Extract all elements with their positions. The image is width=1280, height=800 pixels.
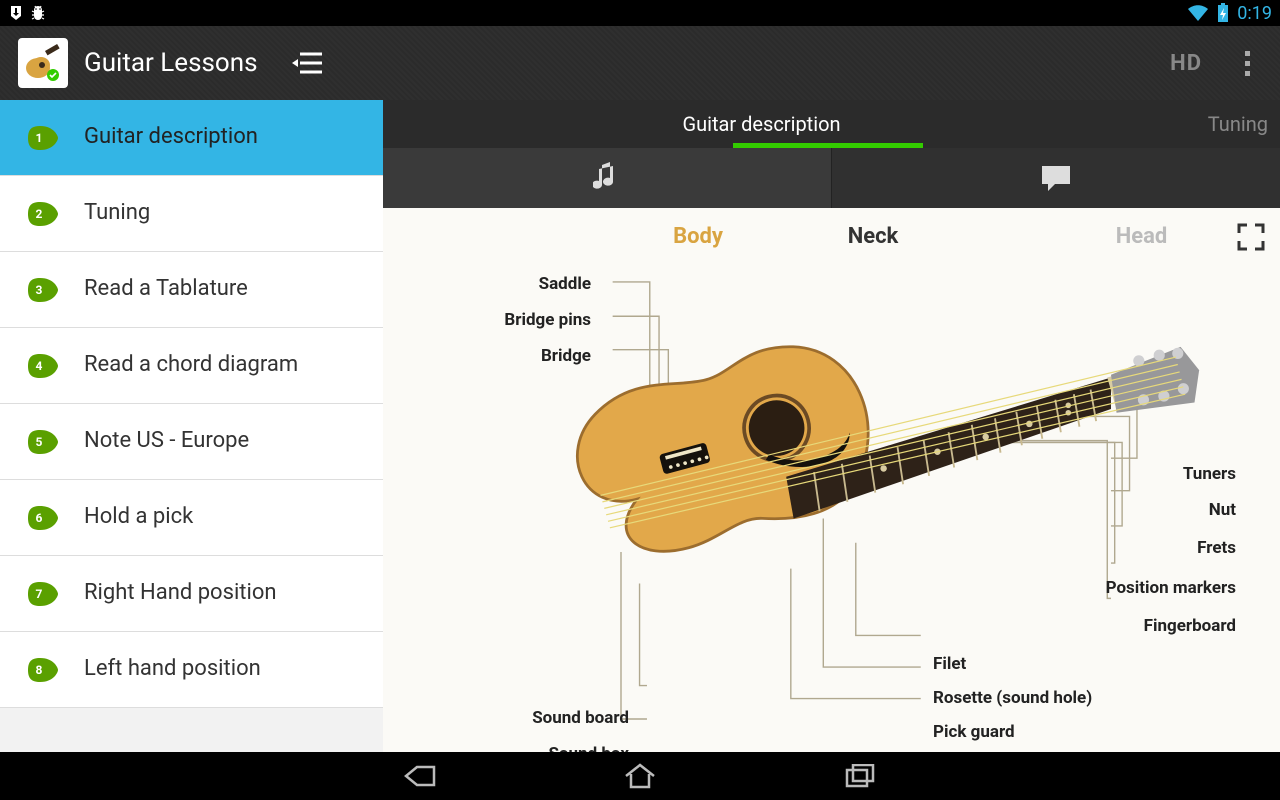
part-label-position-markers: Position markers bbox=[1106, 578, 1236, 598]
part-label-fingerboard: Fingerboard bbox=[1144, 616, 1236, 636]
part-label-frets: Frets bbox=[1197, 538, 1236, 558]
android-debug-icon bbox=[30, 5, 46, 21]
guitar-diagram: Body Neck Head bbox=[383, 208, 1280, 752]
sidebar-item-left-hand-position[interactable]: 8 Left hand position bbox=[0, 632, 383, 708]
nav-back-button[interactable] bbox=[400, 762, 440, 790]
nav-home-button[interactable] bbox=[620, 762, 660, 790]
tab-tuning[interactable]: Tuning bbox=[1140, 100, 1280, 148]
part-label-sound-box: Sound box bbox=[489, 744, 629, 752]
part-label-sound-board: Sound board bbox=[489, 708, 629, 728]
main-content: Guitar description Tuning Body Neck Head bbox=[383, 100, 1280, 752]
sidebar-item-label: Hold a pick bbox=[84, 489, 193, 546]
subtab-comments[interactable] bbox=[832, 148, 1280, 208]
sidebar-item-label: Left hand position bbox=[84, 641, 261, 698]
subtab-content[interactable] bbox=[383, 148, 832, 208]
lesson-sidebar: 1 Guitar description 2 Tuning 3 Read a T… bbox=[0, 100, 383, 752]
sidebar-item-label: Right Hand position bbox=[84, 565, 277, 622]
download-icon bbox=[8, 5, 24, 21]
status-clock: 0:19 bbox=[1237, 3, 1272, 24]
app-icon[interactable] bbox=[18, 38, 68, 88]
lesson-number-badge: 8 bbox=[26, 658, 58, 682]
app-title: Guitar Lessons bbox=[84, 48, 258, 78]
content-tab-strip: Guitar description Tuning bbox=[383, 100, 1280, 148]
lesson-number-badge: 1 bbox=[26, 126, 58, 150]
sidebar-item-label: Read a Tablature bbox=[84, 261, 248, 318]
sidebar-item-right-hand-position[interactable]: 7 Right Hand position bbox=[0, 556, 383, 632]
action-bar: Guitar Lessons HD bbox=[0, 26, 1280, 100]
lesson-number-badge: 5 bbox=[26, 430, 58, 454]
sidebar-item-read-chord-diagram[interactable]: 4 Read a chord diagram bbox=[0, 328, 383, 404]
nav-recents-button[interactable] bbox=[840, 762, 880, 790]
lesson-number-badge: 4 bbox=[26, 354, 58, 378]
part-label-nut: Nut bbox=[1209, 500, 1236, 520]
part-label-filet: Filet bbox=[933, 654, 966, 674]
part-label-pick-guard: Pick guard bbox=[933, 722, 1015, 742]
sidebar-item-label: Tuning bbox=[84, 185, 150, 242]
sidebar-item-tuning[interactable]: 2 Tuning bbox=[0, 176, 383, 252]
drawer-toggle-icon[interactable] bbox=[288, 43, 328, 83]
sidebar-item-read-tablature[interactable]: 3 Read a Tablature bbox=[0, 252, 383, 328]
diagram-section-body: Body bbox=[383, 224, 743, 249]
lesson-number-badge: 6 bbox=[26, 506, 58, 530]
android-status-bar: 0:19 bbox=[0, 0, 1280, 26]
lesson-number-badge: 3 bbox=[26, 278, 58, 302]
sidebar-item-guitar-description[interactable]: 1 Guitar description bbox=[0, 100, 383, 176]
lesson-number-badge: 7 bbox=[26, 582, 58, 606]
part-label-rosette: Rosette (sound hole) bbox=[933, 688, 1092, 708]
sidebar-item-hold-a-pick[interactable]: 6 Hold a pick bbox=[0, 480, 383, 556]
android-nav-bar bbox=[0, 752, 1280, 800]
music-note-icon bbox=[593, 162, 621, 194]
lesson-number-badge: 2 bbox=[26, 202, 58, 226]
sidebar-item-label: Note US - Europe bbox=[84, 413, 249, 470]
expand-button[interactable] bbox=[1236, 222, 1266, 252]
part-label-tuners: Tuners bbox=[1183, 464, 1236, 484]
wifi-icon bbox=[1187, 4, 1209, 22]
hd-badge[interactable]: HD bbox=[1170, 51, 1202, 76]
sidebar-item-note-us-europe[interactable]: 5 Note US - Europe bbox=[0, 404, 383, 480]
diagram-section-neck: Neck bbox=[743, 224, 1003, 249]
part-label-saddle: Saddle bbox=[491, 274, 591, 294]
battery-charging-icon bbox=[1217, 3, 1229, 23]
content-subtab-strip bbox=[383, 148, 1280, 208]
chat-bubble-icon bbox=[1041, 165, 1071, 191]
part-label-bridge-pins: Bridge pins bbox=[455, 310, 591, 330]
sidebar-item-label: Read a chord diagram bbox=[84, 337, 298, 394]
tab-guitar-description[interactable]: Guitar description bbox=[383, 100, 1140, 148]
part-label-bridge: Bridge bbox=[491, 346, 591, 366]
sidebar-item-label: Guitar description bbox=[84, 109, 258, 166]
overflow-menu-icon[interactable] bbox=[1232, 43, 1262, 83]
